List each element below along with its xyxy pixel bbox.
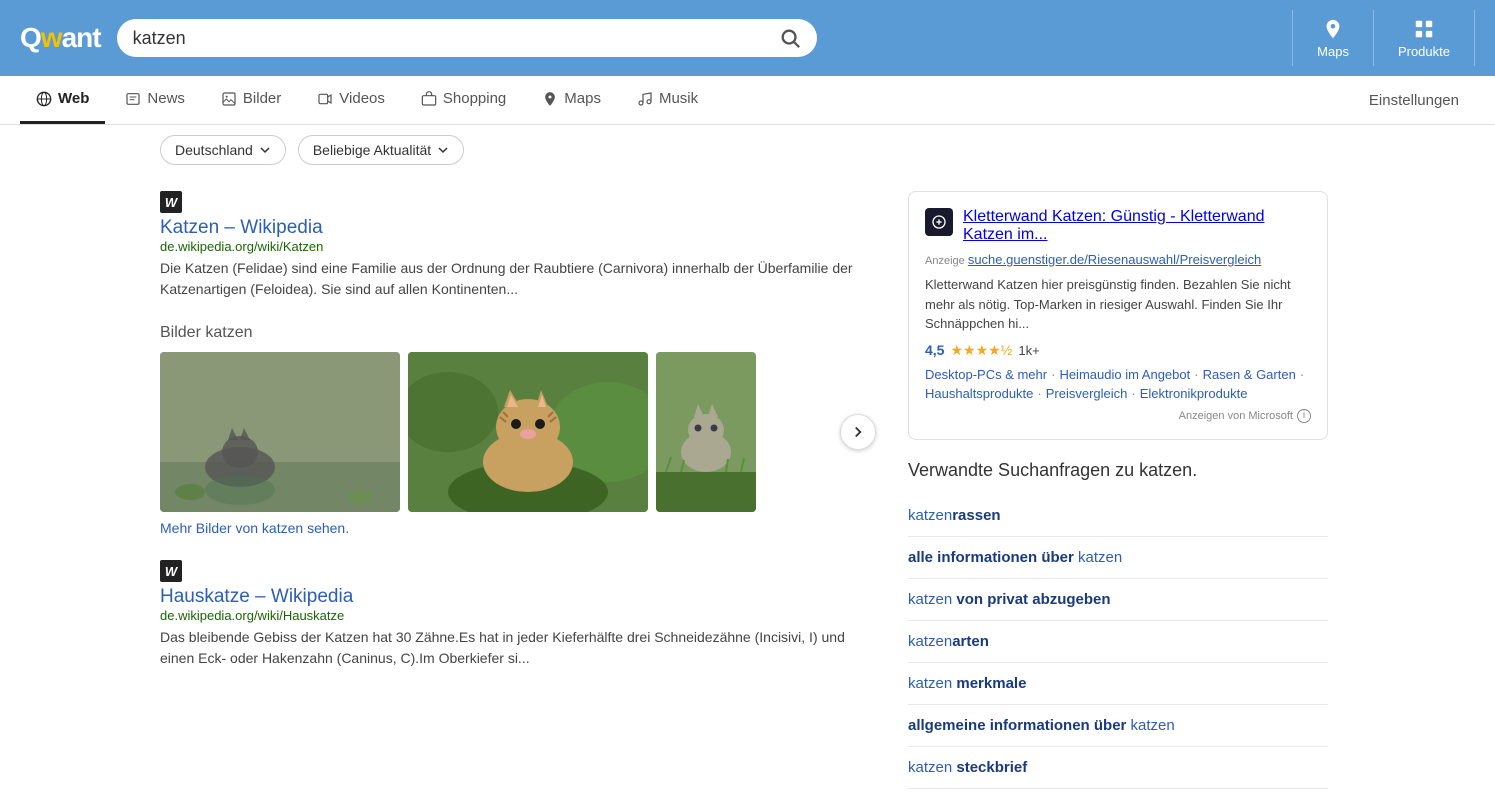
related-item-7[interactable]: katzen steckbrief — [908, 747, 1328, 789]
ad-header: Kletterwand Katzen: Günstig - Kletterwan… — [925, 208, 1311, 244]
tab-videos-label: Videos — [339, 90, 385, 107]
ad-link-3[interactable]: Rasen & Garten — [1203, 367, 1296, 382]
produkte-label: Produkte — [1398, 44, 1450, 59]
ad-label: Anzeige suche.guenstiger.de/Riesenauswah… — [925, 252, 1311, 267]
tab-bilder-label: Bilder — [243, 90, 281, 107]
tab-shopping-label: Shopping — [443, 90, 506, 107]
ad-url-link[interactable]: suche.guenstiger.de/Riesenauswahl/Preisv… — [968, 252, 1261, 267]
result2-url: de.wikipedia.org/wiki/Hauskatze — [160, 608, 860, 623]
result-title-link[interactable]: Katzen – Wikipedia — [160, 217, 323, 238]
result2-desc: Das bleibende Gebiss der Katzen hat 30 Z… — [160, 627, 860, 669]
related-item-4[interactable]: katzenarten — [908, 621, 1328, 663]
tab-maps-label: Maps — [564, 90, 601, 107]
left-column: W Katzen – Wikipedia de.wikipedia.org/wi… — [160, 191, 860, 789]
tab-maps[interactable]: Maps — [526, 76, 617, 124]
result-katzen-wiki: W Katzen – Wikipedia de.wikipedia.org/wi… — [160, 191, 860, 300]
tab-musik-label: Musik — [659, 90, 698, 107]
ad-link-4[interactable]: Haushaltsprodukte — [925, 386, 1033, 401]
result2-source: W — [160, 560, 860, 582]
result-source: W — [160, 191, 860, 213]
cat-image-1[interactable] — [160, 352, 400, 512]
cat-image-3[interactable] — [656, 352, 756, 512]
images-heading: Bilder katzen — [160, 324, 860, 342]
produkte-action[interactable]: Produkte — [1374, 10, 1475, 66]
result-hauskatze-wiki: W Hauskatze – Wikipedia de.wikipedia.org… — [160, 560, 860, 669]
result2-title: Hauskatze – Wikipedia — [160, 586, 860, 608]
result-desc: Die Katzen (Felidae) sind eine Familie a… — [160, 258, 860, 300]
tab-news[interactable]: News — [109, 76, 201, 124]
result-url: de.wikipedia.org/wiki/Katzen — [160, 239, 860, 254]
header-right: Maps Produkte — [1292, 10, 1475, 66]
ad-icon — [925, 208, 953, 236]
search-button[interactable] — [779, 27, 801, 49]
related-heading: Verwandte Suchanfragen zu katzen. — [908, 460, 1328, 481]
ad-desc: Kletterwand Katzen hier preisgünstig fin… — [925, 275, 1311, 334]
filter-bar: Deutschland Beliebige Aktualität — [0, 125, 1495, 175]
result-title: Katzen – Wikipedia — [160, 217, 860, 239]
ad-link-2[interactable]: Heimaudio im Angebot — [1059, 367, 1190, 382]
ad-links: Desktop-PCs & mehr · Heimaudio im Angebo… — [925, 367, 1311, 401]
search-input[interactable] — [133, 28, 771, 49]
related-item-5[interactable]: katzen merkmale — [908, 663, 1328, 705]
related-item-1[interactable]: katzenrassen — [908, 495, 1328, 537]
more-images-link[interactable]: Mehr Bilder von katzen sehen. — [160, 520, 860, 536]
cat-image-2[interactable] — [408, 352, 648, 512]
right-column: Kletterwand Katzen: Günstig - Kletterwan… — [908, 191, 1328, 789]
related-item-6[interactable]: allgemeine informationen über katzen — [908, 705, 1328, 747]
recency-label: Beliebige Aktualität — [313, 142, 431, 158]
ad-info-icon[interactable]: i — [1297, 409, 1311, 423]
wikipedia-icon: W — [160, 191, 182, 213]
nav-tabs: Web News Bilder Videos Shopping Maps Mus… — [0, 76, 1495, 125]
region-label: Deutschland — [175, 142, 253, 158]
recency-filter[interactable]: Beliebige Aktualität — [298, 135, 464, 165]
tab-musik[interactable]: Musik — [621, 76, 714, 124]
ad-link-5[interactable]: Preisvergleich — [1046, 386, 1128, 401]
settings-button[interactable]: Einstellungen — [1353, 78, 1475, 123]
images-row — [160, 352, 860, 512]
rating-number: 4,5 — [925, 342, 944, 358]
ad-title-link[interactable]: Kletterwand Katzen: Günstig - Kletterwan… — [963, 208, 1265, 243]
logo: Qwant — [20, 22, 101, 54]
region-filter[interactable]: Deutschland — [160, 135, 286, 165]
maps-label: Maps — [1317, 44, 1349, 59]
result2-title-link[interactable]: Hauskatze – Wikipedia — [160, 586, 353, 607]
ad-title: Kletterwand Katzen: Günstig - Kletterwan… — [963, 208, 1311, 244]
images-section: Bilder katzen — [160, 324, 860, 536]
ad-block: Kletterwand Katzen: Günstig - Kletterwan… — [908, 191, 1328, 440]
related-item-3[interactable]: katzen von privat abzugeben — [908, 579, 1328, 621]
main-content: W Katzen – Wikipedia de.wikipedia.org/wi… — [0, 175, 1495, 805]
tab-bilder[interactable]: Bilder — [205, 76, 297, 124]
ad-footer-text: Anzeigen von Microsoft — [1179, 410, 1293, 422]
tab-web-label: Web — [58, 90, 89, 107]
search-bar — [117, 19, 817, 57]
header: Qwant Maps Produkte — [0, 0, 1495, 76]
rating-stars: ★★★★½ — [950, 342, 1012, 359]
ad-footer: Anzeigen von Microsoft i — [925, 409, 1311, 423]
maps-action[interactable]: Maps — [1293, 10, 1374, 66]
tab-videos[interactable]: Videos — [301, 76, 401, 124]
tab-shopping[interactable]: Shopping — [405, 76, 522, 124]
ad-link-6[interactable]: Elektronikprodukte — [1140, 386, 1248, 401]
tab-news-label: News — [147, 90, 185, 107]
ad-link-1[interactable]: Desktop-PCs & mehr — [925, 367, 1047, 382]
images-next-arrow[interactable] — [840, 414, 876, 450]
ad-rating: 4,5 ★★★★½ 1k+ — [925, 342, 1311, 359]
wikipedia-icon-2: W — [160, 560, 182, 582]
related-section: Verwandte Suchanfragen zu katzen. katzen… — [908, 460, 1328, 789]
rating-count: 1k+ — [1018, 343, 1039, 358]
related-item-2[interactable]: alle informationen über katzen — [908, 537, 1328, 579]
tab-web[interactable]: Web — [20, 76, 105, 124]
